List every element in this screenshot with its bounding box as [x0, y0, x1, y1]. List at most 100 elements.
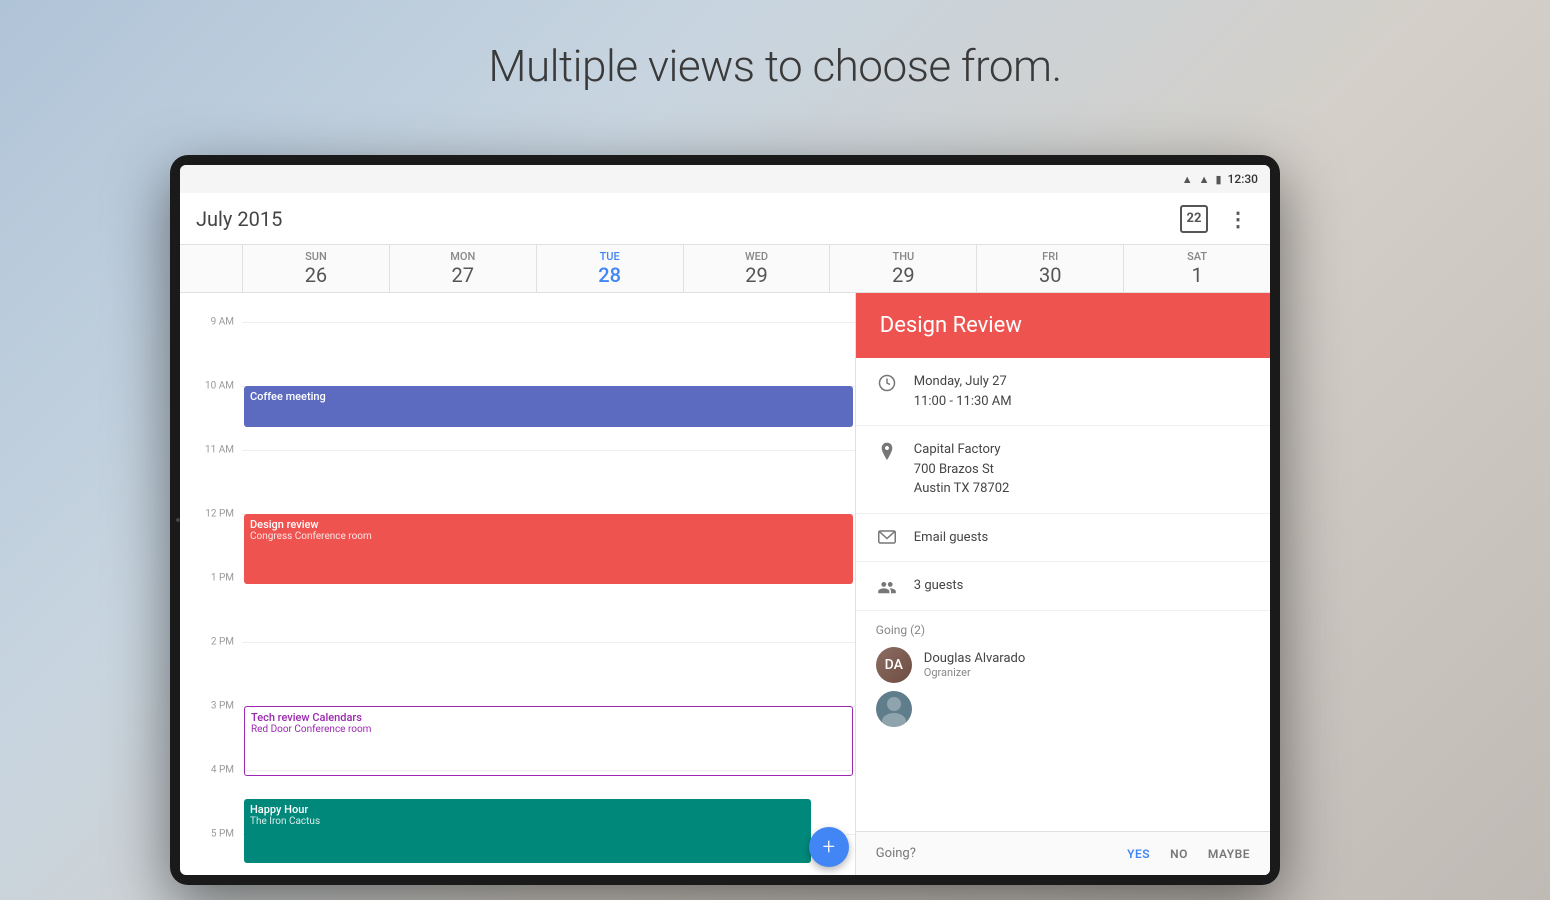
event-design-review[interactable]: Design review Congress Conference room	[244, 514, 853, 584]
event-detail-body: Monday, July 27 11:00 - 11:30 AM	[856, 358, 1270, 831]
status-time: 12:30	[1228, 172, 1258, 186]
detail-location-text: Capital Factory 700 Brazos St Austin TX …	[914, 440, 1010, 499]
calendar-header: July 2015 22 ⋮	[180, 193, 1270, 245]
time-9am: 9 AM	[211, 317, 234, 328]
day-name-thu: Thu	[893, 250, 915, 263]
going-section: Going (2) DA Douglas Alvarado Ogranizer	[856, 611, 1270, 747]
detail-date-line2: 11:00 - 11:30 AM	[914, 392, 1012, 412]
guest-avatar-second	[876, 691, 912, 727]
day-num-thu: 29	[892, 263, 914, 287]
detail-row-location: Capital Factory 700 Brazos St Austin TX …	[856, 426, 1270, 514]
time-1pm: 1 PM	[211, 573, 234, 584]
clock-icon	[876, 374, 898, 392]
time-col-header	[180, 245, 242, 292]
going-label: Going (2)	[876, 623, 1250, 637]
day-col-sun[interactable]: Sun 26	[242, 245, 389, 292]
rsvp-buttons: YES NO MAYBE	[1127, 843, 1250, 865]
event-detail-title: Design Review	[880, 313, 1246, 338]
day-col-thu[interactable]: Thu 29	[829, 245, 976, 292]
calendar-date-button[interactable]: 22	[1178, 203, 1210, 235]
detail-location-addr2: Austin TX 78702	[914, 479, 1010, 499]
detail-datetime-text: Monday, July 27 11:00 - 11:30 AM	[914, 372, 1012, 411]
event-design-review-subtitle: Congress Conference room	[250, 531, 847, 542]
event-happy-hour-subtitle: The Iron Cactus	[250, 816, 805, 827]
day-name-tue: Tue	[600, 250, 620, 263]
signal-icon: ▲	[1199, 173, 1210, 186]
rsvp-label: Going?	[876, 846, 1127, 861]
day-col-mon[interactable]: Mon 27	[389, 245, 536, 292]
detail-email-label: Email guests	[914, 528, 988, 548]
time-2pm: 2 PM	[211, 637, 234, 648]
guests-icon	[876, 578, 898, 594]
event-coffee-meeting-title: Coffee meeting	[250, 390, 847, 403]
time-10am: 10 AM	[205, 381, 234, 392]
event-happy-hour-title: Happy Hour	[250, 803, 805, 816]
guest-row-second	[876, 691, 1250, 727]
day-name-fri: Fri	[1042, 250, 1058, 263]
detail-location-name: Capital Factory	[914, 440, 1010, 460]
day-num-tue: 28	[598, 263, 621, 287]
day-col-tue[interactable]: Tue 28	[536, 245, 683, 292]
time-4pm: 4 PM	[211, 765, 234, 776]
grid-line-11am	[242, 450, 855, 451]
fab-plus-icon: +	[823, 835, 835, 860]
wifi-icon: ▲	[1182, 173, 1193, 186]
guest-role-douglas: Ogranizer	[924, 666, 1025, 679]
calendar-header-icons: 22 ⋮	[1178, 203, 1254, 235]
rsvp-bar: Going? YES NO MAYBE	[856, 831, 1270, 875]
rsvp-yes-button[interactable]: YES	[1127, 843, 1150, 865]
tablet-frame: ▲ ▲ ▮ 12:30 July 2015 22 ⋮ Sun 26	[170, 155, 1280, 885]
day-name-wed: Wed	[745, 250, 768, 263]
tablet-screen: ▲ ▲ ▮ 12:30 July 2015 22 ⋮ Sun 26	[180, 165, 1270, 875]
event-detail-panel: Design Review Mon	[856, 293, 1270, 875]
time-3pm: 3 PM	[211, 701, 234, 712]
day-name-sun: Sun	[305, 250, 327, 263]
calendar-icon: 22	[1180, 205, 1208, 233]
day-name-mon: Mon	[450, 250, 475, 263]
location-icon	[876, 442, 898, 462]
guest-info-douglas: Douglas Alvarado Ogranizer	[924, 651, 1025, 679]
fab-add-button[interactable]: +	[809, 827, 849, 867]
rsvp-maybe-button[interactable]: MAYBE	[1208, 843, 1250, 865]
email-icon	[876, 530, 898, 544]
time-grid: 9 AM 10 AM 11 AM 12 PM 1 PM 2 PM 3 PM 4 …	[180, 293, 855, 875]
day-num-mon: 27	[452, 263, 474, 287]
detail-row-guests: 3 guests	[856, 562, 1270, 611]
event-happy-hour[interactable]: Happy Hour The Iron Cactus	[244, 799, 811, 863]
detail-date-line1: Monday, July 27	[914, 372, 1012, 392]
more-icon: ⋮	[1228, 207, 1248, 231]
day-num-fri: 30	[1039, 263, 1061, 287]
time-labels: 9 AM 10 AM 11 AM 12 PM 1 PM 2 PM 3 PM 4 …	[180, 293, 242, 875]
calendar-title: July 2015	[196, 207, 1178, 231]
page-heading: Multiple views to choose from.	[0, 40, 1550, 92]
status-bar: ▲ ▲ ▮ 12:30	[180, 165, 1270, 193]
event-tech-review-title: Tech review Calendars	[251, 711, 846, 724]
time-11am: 11 AM	[205, 445, 234, 456]
rsvp-no-button[interactable]: NO	[1170, 843, 1188, 865]
event-design-review-title: Design review	[250, 518, 847, 531]
event-coffee-meeting[interactable]: Coffee meeting	[244, 386, 853, 427]
more-options-button[interactable]: ⋮	[1222, 203, 1254, 235]
day-col-wed[interactable]: Wed 29	[683, 245, 830, 292]
day-headers: Sun 26 Mon 27 Tue 28 Wed 29 Thu 29 Fri 3…	[180, 245, 1270, 293]
guest-row-douglas: DA Douglas Alvarado Ogranizer	[876, 647, 1250, 683]
time-12pm: 12 PM	[205, 509, 234, 520]
grid-line-9am	[242, 322, 855, 323]
detail-location-addr1: 700 Brazos St	[914, 460, 1010, 480]
guest-name-douglas: Douglas Alvarado	[924, 651, 1025, 666]
calendar-left-panel: 9 AM 10 AM 11 AM 12 PM 1 PM 2 PM 3 PM 4 …	[180, 293, 856, 875]
day-col-fri[interactable]: Fri 30	[976, 245, 1123, 292]
day-col-sat[interactable]: Sat 1	[1123, 245, 1270, 292]
guest-avatar-douglas: DA	[876, 647, 912, 683]
battery-icon: ▮	[1215, 173, 1221, 186]
calendar-body: 9 AM 10 AM 11 AM 12 PM 1 PM 2 PM 3 PM 4 …	[180, 293, 1270, 875]
grid-line-2pm	[242, 642, 855, 643]
day-num-wed: 29	[745, 263, 767, 287]
event-tech-review[interactable]: Tech review Calendars Red Door Conferenc…	[244, 706, 853, 776]
detail-guests-label: 3 guests	[914, 576, 964, 596]
event-tech-review-subtitle: Red Door Conference room	[251, 724, 846, 735]
detail-row-email[interactable]: Email guests	[856, 514, 1270, 563]
grid-columns: Coffee meeting Design review Congress Co…	[242, 293, 855, 875]
event-detail-header: Design Review	[856, 293, 1270, 358]
time-5pm: 5 PM	[211, 829, 234, 840]
